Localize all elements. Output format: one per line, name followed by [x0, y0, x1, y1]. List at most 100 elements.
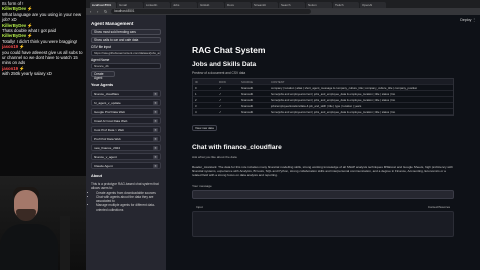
- delete-agent-icon[interactable]: ✕: [153, 109, 158, 114]
- agent-item[interactable]: finance_cloudflare ✕: [91, 90, 161, 97]
- reload-icon[interactable]: ↻: [104, 9, 108, 14]
- browser-tab[interactable]: GitHub: [198, 2, 224, 8]
- browser-tab[interactable]: Gmail: [117, 2, 143, 8]
- message-label: Your message: [192, 183, 212, 188]
- table-cell: ✓: [219, 103, 222, 108]
- forward-icon[interactable]: ›: [97, 9, 101, 14]
- header-source: SOURCE: [241, 79, 253, 84]
- agent-name-label: Agent Name: [91, 58, 110, 62]
- chat-title: Chat with finance_cloudflare: [192, 144, 282, 151]
- agent-name: finance_v_agent: [94, 154, 117, 159]
- delete-agent-icon[interactable]: ✕: [153, 136, 158, 141]
- show-calls-button[interactable]: Show calls to car and cafe data: [91, 37, 161, 43]
- table-cell: financedb: [241, 103, 254, 108]
- about-title: About: [91, 174, 102, 178]
- agent-item[interactable]: Claude Agent ✕: [91, 162, 161, 169]
- chat-text: with 250k yearly salary xD: [2, 71, 52, 77]
- table-cell: ✓: [219, 91, 222, 96]
- delete-agent-icon[interactable]: ✕: [153, 154, 158, 159]
- browser-tab[interactable]: Streamlit: [252, 2, 278, 8]
- table-cell: 3: [195, 103, 197, 108]
- table-cell: financedb: [241, 97, 254, 102]
- table-cell: home/jobs and employee/current | jobs_an…: [271, 109, 396, 114]
- agent-name: Cost Prof Data > Web: [94, 127, 125, 132]
- delete-agent-icon[interactable]: ✕: [153, 163, 158, 168]
- table-cell: 2: [195, 97, 197, 102]
- csv-url-input[interactable]: https://raw.githubusercontent.com/datase…: [91, 50, 161, 56]
- table-cell: financedb: [241, 109, 254, 114]
- table-cell: home/jobs and employee/current | jobs_an…: [271, 97, 396, 102]
- agent-name: Claude Agent: [94, 163, 113, 168]
- about-list: Create agents from downloadable sourcesC…: [91, 191, 161, 212]
- chat-message: KillerByDev ⚡ Thats double what I got pai…: [2, 23, 84, 34]
- delete-agent-icon[interactable]: ✕: [153, 127, 158, 132]
- chat-message: KillerByDev ⚡ What language are you using…: [2, 6, 84, 22]
- agent-name-input[interactable]: finance_db: [91, 63, 161, 69]
- delete-agent-icon[interactable]: ✕: [153, 118, 158, 123]
- browser-tab[interactable]: Jobs: [171, 2, 197, 8]
- create-agent-button[interactable]: Create Agent: [91, 71, 115, 80]
- agent-item[interactable]: Prof Prof Data Web ✕: [91, 135, 161, 142]
- browser-window: localhost:8501 Gmail LinkedIn Jobs GitHub Doc…: [86, 0, 480, 270]
- back-icon[interactable]: ‹: [90, 9, 94, 14]
- browser-tab[interactable]: OpenAI: [360, 2, 386, 8]
- message-input[interactable]: [192, 189, 454, 199]
- assistant-message: Reader_Assistant: The data for this role…: [192, 165, 453, 178]
- agent-item[interactable]: finance_v_agent ✕: [91, 153, 161, 160]
- chat-text: you could have atleeest give us all subs…: [2, 49, 83, 66]
- delete-agent-icon[interactable]: ✕: [153, 145, 158, 150]
- page-title: RAG Chat System: [192, 45, 266, 55]
- context-panel-label: Context/Sources: [427, 204, 450, 209]
- agent-item[interactable]: new_finance_2024 ✕: [91, 144, 161, 151]
- sidebar: Agent Management Show most sold trending…: [86, 15, 166, 270]
- chat-message: jason19 ⚡ you could have atleeest give us…: [2, 44, 84, 66]
- deploy-button[interactable]: Deploy ⋮: [460, 18, 476, 22]
- screen: Its form of ! KillerByDev ⚡ What language …: [0, 0, 480, 270]
- panel-headers: Input Context/Sources: [192, 205, 454, 209]
- address-bar: ‹ › ↻ localhost:8501: [86, 8, 480, 15]
- table-cell: ✓: [219, 109, 222, 114]
- agent-name: new_finance_2024: [94, 145, 120, 150]
- show-trending-button[interactable]: Show most sold trending cars: [91, 29, 161, 35]
- agent-item[interactable]: Cost Prof Data > Web ✕: [91, 126, 161, 133]
- table-cell: ✓: [219, 97, 222, 102]
- table-cell: financedb: [241, 91, 254, 96]
- agent-item[interactable]: Google Prof Data Web ✕: [91, 108, 161, 115]
- browser-tab[interactable]: Search: [279, 2, 305, 8]
- chat-text: What language are you using in your new …: [2, 11, 82, 23]
- header-content: CONTENT: [271, 79, 285, 84]
- agent-name: Google Prof Data Web: [94, 109, 126, 114]
- delete-agent-icon[interactable]: ✕: [153, 91, 158, 96]
- chat-message: jason19 ⚡ with 250k yearly salary xD: [2, 66, 84, 77]
- csv-label: CSV file input: [91, 45, 111, 49]
- header-id: ID: [195, 79, 198, 84]
- table-cell: 4: [195, 109, 197, 114]
- chat-message: KillerByDev ⚡ Totally! I didn't think you…: [2, 33, 84, 44]
- about-item: Manage multiple agents for different dat…: [96, 203, 161, 212]
- view-raw-button[interactable]: View raw data: [192, 125, 217, 131]
- agent-list: finance_cloudflare ✕ hr_agent_v_update ✕ Goo…: [91, 90, 161, 169]
- header-row: ROW: [219, 79, 226, 84]
- browser-tab[interactable]: Docs: [225, 2, 251, 8]
- your-agents-title: Your Agents: [91, 83, 114, 87]
- about-description: This is a prototype RAG-based chat syste…: [91, 182, 159, 191]
- browser-tab[interactable]: Twitch: [333, 2, 359, 8]
- microphone: [60, 216, 70, 270]
- main-content: Deploy ⋮ RAG Chat System Jobs and Skills…: [166, 15, 480, 270]
- table-cell: ✓: [219, 85, 222, 90]
- sidebar-title: Agent Management: [91, 21, 134, 26]
- agent-item[interactable]: Crawl AI Cost Data Web ✕: [91, 117, 161, 124]
- webcam: [0, 176, 86, 270]
- table-body: 0 ✓ financedb company | location | alias | …: [193, 85, 453, 115]
- browser-tab[interactable]: LinkedIn: [144, 2, 170, 8]
- browser-tab[interactable]: Notion: [306, 2, 332, 8]
- delete-agent-icon[interactable]: ✕: [153, 100, 158, 105]
- agent-name: Crawl AI Cost Data Web: [94, 118, 128, 123]
- agent-name: finance_cloudflare: [94, 91, 120, 96]
- tab-bar: localhost:8501 Gmail LinkedIn Jobs GitHub Doc…: [86, 0, 480, 8]
- url-input[interactable]: localhost:8501: [111, 9, 311, 14]
- table-row[interactable]: 4 ✓ financedb home/jobs and employee/curren…: [193, 109, 453, 115]
- browser-tab[interactable]: localhost:8501: [90, 2, 116, 8]
- table-cell: financedb: [241, 85, 254, 90]
- agent-item[interactable]: hr_agent_v_update ✕: [91, 99, 161, 106]
